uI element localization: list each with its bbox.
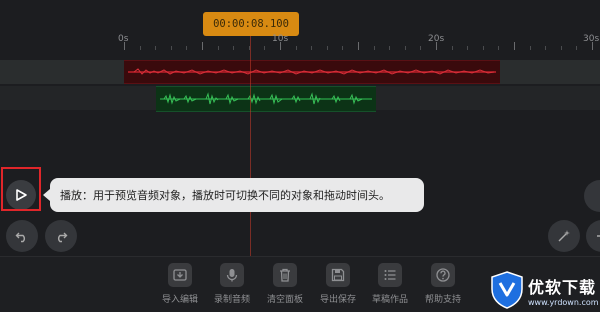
toolbar-drafts-button[interactable]: 草稿作品 <box>367 263 413 305</box>
toolbar-help-button[interactable]: 帮助支持 <box>420 263 466 305</box>
list-icon <box>378 263 402 287</box>
toolbar-label: 录制音频 <box>213 295 250 305</box>
toolbar-label: 导入编辑 <box>161 295 198 305</box>
magic-wand-button[interactable] <box>548 220 580 252</box>
trash-icon <box>273 263 297 287</box>
redo-button[interactable] <box>45 220 77 252</box>
toolbar-export-button[interactable]: 导出保存 <box>315 263 361 305</box>
watermark-url: www.yrdown.com <box>528 297 599 307</box>
save-icon <box>326 263 350 287</box>
timecode-display: 00:00:08.100 <box>203 12 299 36</box>
waveform-red <box>128 68 496 75</box>
playhead[interactable] <box>250 36 251 256</box>
toolbar-label: 清空面板 <box>266 295 303 305</box>
import-icon <box>168 263 192 287</box>
time-ruler[interactable]: 0s 10s 20s 30s <box>0 34 600 50</box>
side-button[interactable] <box>584 180 600 212</box>
ruler-label: 20s <box>428 34 445 44</box>
toolbar-label: 帮助支持 <box>424 295 461 305</box>
microphone-icon <box>220 263 244 287</box>
tooltip-text: 播放：用于预览音频对象，播放时可切换不同的对象和拖动时间头。 <box>60 189 390 202</box>
toolbar-import-button[interactable]: 导入编辑 <box>157 263 203 305</box>
undo-button[interactable] <box>6 220 38 252</box>
play-tooltip: 播放：用于预览音频对象，播放时可切换不同的对象和拖动时间头。 <box>43 178 424 212</box>
audio-clip-red[interactable] <box>124 60 500 84</box>
add-button[interactable] <box>586 220 600 252</box>
audio-clip-green[interactable] <box>156 86 376 112</box>
ruler-label: 10s <box>272 34 289 44</box>
toolbar-label: 草稿作品 <box>371 295 408 305</box>
highlight-box <box>1 167 41 211</box>
toolbar-clear-button[interactable]: 清空面板 <box>262 263 308 305</box>
waveform-green <box>160 92 372 105</box>
ruler-label: 30s <box>583 34 600 44</box>
ruler-label: 0s <box>118 34 129 44</box>
plus-icon <box>597 235 600 237</box>
shield-logo-icon <box>491 271 523 309</box>
undo-icon <box>15 232 25 243</box>
toolbar-label: 导出保存 <box>319 295 356 305</box>
timeline-area[interactable]: 00:00:08.100 0s 10s 20s 30s 播放：用于预览音频对象，… <box>0 0 600 256</box>
redo-icon <box>58 232 68 243</box>
toolbar-record-button[interactable]: 录制音频 <box>209 263 255 305</box>
help-icon <box>431 263 455 287</box>
watermark-logo: 优软下载 www.yrdown.com <box>490 268 600 312</box>
magic-wand-icon <box>558 230 570 242</box>
watermark-title: 优软下载 <box>528 277 597 297</box>
